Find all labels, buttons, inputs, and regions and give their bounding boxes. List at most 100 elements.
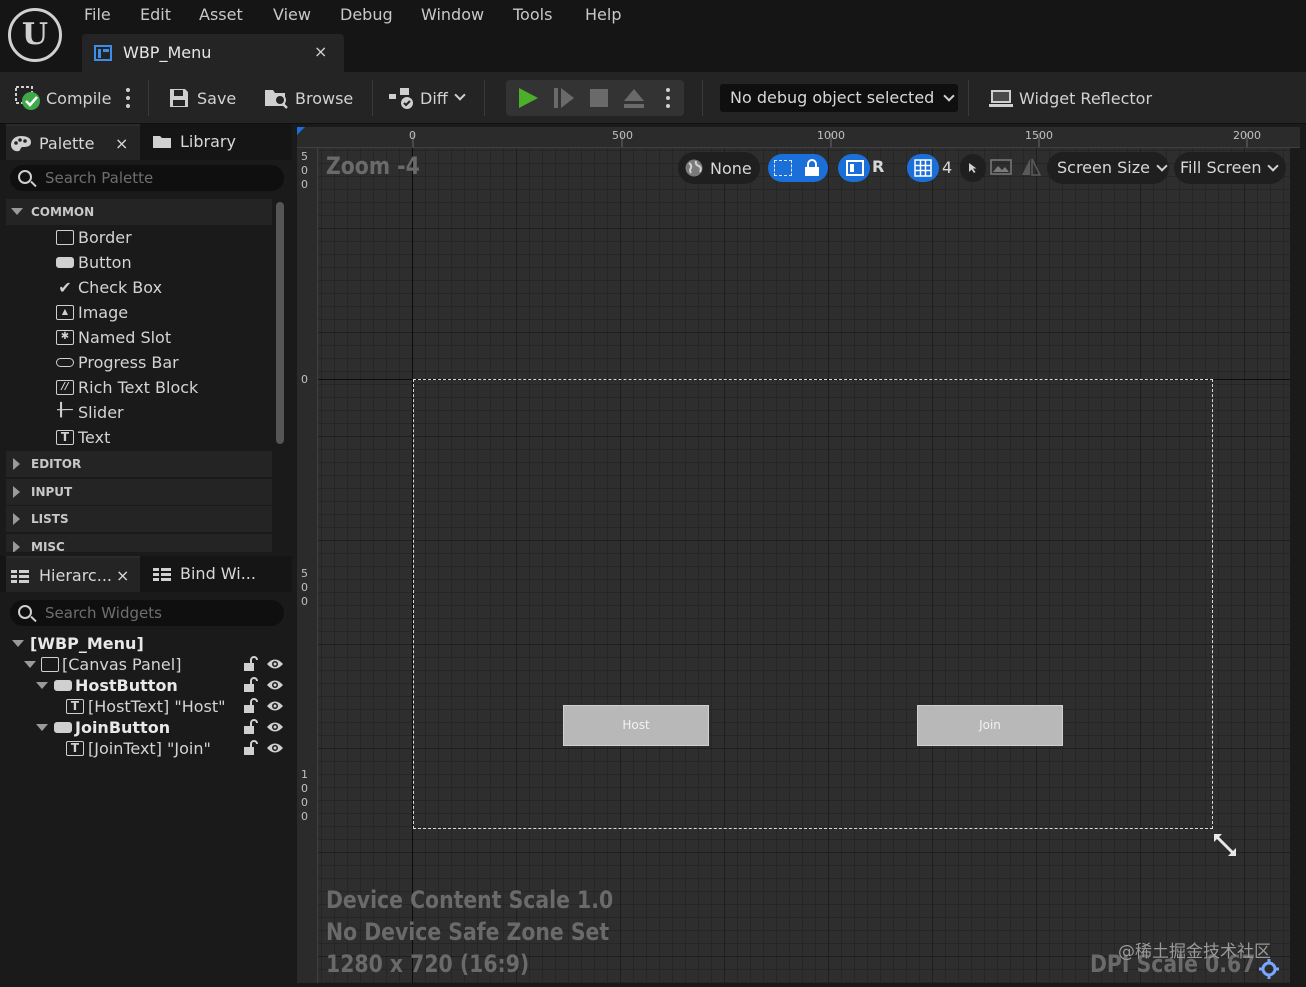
palette-item-named-slot[interactable]: ✱ Named Slot xyxy=(54,325,171,350)
unlock-icon[interactable] xyxy=(243,698,259,714)
menu-window[interactable]: Window xyxy=(421,5,484,24)
background-image-icon[interactable] xyxy=(990,158,1012,176)
debug-object-select[interactable]: No debug object selected xyxy=(720,84,958,112)
toolbar-divider xyxy=(484,80,485,116)
flip-icon[interactable] xyxy=(1020,157,1042,177)
ruler-label: 500 xyxy=(301,150,308,191)
tree-row-canvas-panel[interactable]: [Canvas Panel] xyxy=(24,654,181,675)
menu-tools[interactable]: Tools xyxy=(513,5,552,24)
ruler-label: 1000 xyxy=(301,768,308,823)
palette-item-image[interactable]: ▲ Image xyxy=(54,300,128,325)
tree-row-join-text[interactable]: T [JoinText] "Join" xyxy=(66,738,211,759)
diff-button[interactable]: Diff xyxy=(388,72,466,124)
tree-row-join-button[interactable]: JoinButton xyxy=(36,717,170,738)
close-icon[interactable]: × xyxy=(116,558,129,594)
menu-view[interactable]: View xyxy=(273,5,311,24)
hierarchy-icon xyxy=(11,570,29,583)
palette-item-label: Check Box xyxy=(78,278,163,297)
category-editor[interactable]: EDITOR xyxy=(6,451,272,477)
document-tab[interactable]: WBP_Menu × xyxy=(82,34,344,72)
button-icon xyxy=(54,680,72,691)
eye-icon[interactable] xyxy=(266,658,284,670)
menu-file[interactable]: File xyxy=(84,5,111,24)
select-mode-button[interactable] xyxy=(960,154,986,182)
tab-bind-widgets[interactable]: Bind Wi... xyxy=(146,556,286,592)
eye-icon[interactable] xyxy=(266,742,284,754)
menu-asset[interactable]: Asset xyxy=(199,5,243,24)
tab-palette[interactable]: Palette × xyxy=(6,124,140,160)
play-controls xyxy=(506,80,684,116)
unlock-icon[interactable] xyxy=(243,740,259,756)
palette-item-rich-text[interactable]: // Rich Text Block xyxy=(54,375,198,400)
palette-scrollbar[interactable] xyxy=(276,202,284,444)
chevron-right-icon xyxy=(13,513,20,525)
menu-edit[interactable]: Edit xyxy=(140,5,171,24)
category-lists[interactable]: LISTS xyxy=(6,506,272,532)
join-button-widget[interactable]: Join xyxy=(917,705,1063,746)
tab-library-label: Library xyxy=(180,132,236,151)
unlock-icon[interactable] xyxy=(243,656,259,672)
tree-row-host-text[interactable]: T [HostText] "Host" xyxy=(66,696,226,717)
localization-preview-button[interactable]: None xyxy=(678,152,760,184)
screen-size-dropdown[interactable]: Screen Size xyxy=(1047,152,1169,184)
ruler-label: 0 xyxy=(409,129,416,142)
menu-debug[interactable]: Debug xyxy=(340,5,393,24)
close-icon[interactable]: × xyxy=(115,126,128,162)
eye-icon[interactable] xyxy=(266,721,284,733)
category-misc[interactable]: MISC xyxy=(6,534,272,552)
palette-item-progress-bar[interactable]: Progress Bar xyxy=(54,350,179,375)
tab-library[interactable]: Library xyxy=(146,124,286,160)
toolbar-divider xyxy=(702,80,703,116)
search-icon xyxy=(18,605,32,619)
stop-icon[interactable] xyxy=(588,87,610,109)
category-input[interactable]: INPUT xyxy=(6,479,272,505)
widget-reflector-button[interactable]: Widget Reflector xyxy=(988,72,1152,124)
lock-icon[interactable] xyxy=(804,159,820,177)
eject-icon[interactable] xyxy=(622,86,646,110)
tree-row-label: [Canvas Panel] xyxy=(62,655,182,674)
save-button[interactable]: Save xyxy=(168,72,236,124)
palette-item-button[interactable]: Button xyxy=(54,250,132,275)
palette-item-checkbox[interactable]: ✔ Check Box xyxy=(54,275,162,300)
tree-row-wbp-menu[interactable]: [WBP_Menu] xyxy=(12,633,144,654)
tree-row-host-button[interactable]: HostButton xyxy=(36,675,178,696)
search-palette-input[interactable]: Search Palette xyxy=(10,165,284,191)
progress-bar-icon xyxy=(56,358,74,367)
bind-widgets-icon xyxy=(153,568,171,581)
marquee-icon[interactable] xyxy=(774,160,792,176)
chevron-down-icon xyxy=(1156,160,1168,172)
grid-size-value[interactable]: 4 xyxy=(942,158,952,177)
eye-icon[interactable] xyxy=(266,700,284,712)
r-toggle[interactable]: R xyxy=(872,157,884,176)
category-common[interactable]: COMMON xyxy=(6,199,272,225)
host-button-widget[interactable]: Host xyxy=(563,705,709,746)
palette-item-border[interactable]: Border xyxy=(54,225,132,250)
chevron-down-icon xyxy=(36,682,48,689)
grid-snap-button[interactable] xyxy=(907,154,939,182)
cursor-icon xyxy=(969,163,977,173)
palette-item-text[interactable]: T Text xyxy=(54,425,110,450)
eye-icon[interactable] xyxy=(266,679,284,691)
designer-canvas[interactable]: Host Join Zoom -4 Device Content Scale 1… xyxy=(318,148,1290,983)
search-widgets-input[interactable]: Search Widgets xyxy=(10,600,284,626)
unreal-logo[interactable]: U xyxy=(8,8,62,62)
tab-hierarchy[interactable]: Hierarc... × xyxy=(6,556,140,592)
unlock-icon[interactable] xyxy=(243,719,259,735)
palette-item-slider[interactable]: ╂─ Slider xyxy=(54,400,123,425)
unlock-icon[interactable] xyxy=(243,677,259,693)
resize-handle-icon[interactable] xyxy=(1212,832,1240,858)
compile-options-icon[interactable] xyxy=(126,88,130,108)
gear-icon[interactable] xyxy=(1258,958,1280,980)
close-icon[interactable]: × xyxy=(314,42,327,61)
fill-screen-dropdown[interactable]: Fill Screen xyxy=(1174,152,1286,184)
compile-button[interactable]: Compile xyxy=(14,72,111,124)
play-icon[interactable] xyxy=(516,86,540,110)
play-options-icon[interactable] xyxy=(666,88,670,108)
canvas-panel-icon xyxy=(41,657,59,672)
layout-snap-button[interactable] xyxy=(838,154,870,182)
chevron-down-icon xyxy=(1267,160,1280,172)
hierarchy-tab-bar: Hierarc... × Bind Wi... xyxy=(0,556,292,592)
browse-button[interactable]: Browse xyxy=(263,72,353,124)
menu-help[interactable]: Help xyxy=(585,5,621,24)
step-icon[interactable] xyxy=(552,86,576,110)
